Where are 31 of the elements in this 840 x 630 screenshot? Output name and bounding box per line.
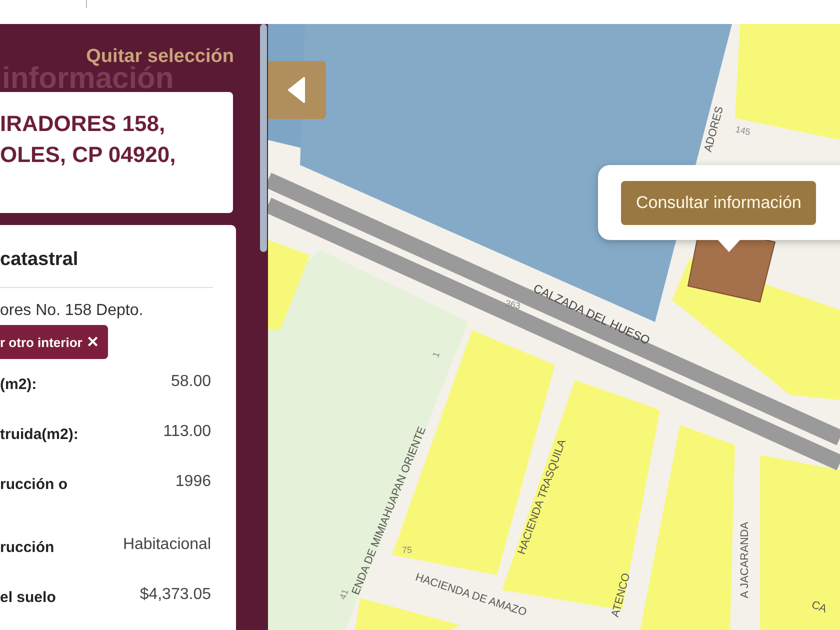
- street-label: CA: [810, 598, 828, 616]
- lot-number: 1: [430, 350, 442, 359]
- street-label: ATENCO: [609, 572, 633, 619]
- field-label: (m2):: [0, 375, 37, 393]
- collapse-panel-button[interactable]: [268, 61, 326, 119]
- scrollbar-thumb[interactable]: [260, 24, 267, 252]
- lot-number: 145: [734, 124, 752, 138]
- lot-number: 363: [504, 298, 522, 312]
- field-label: rucción o: [0, 475, 68, 493]
- close-icon: ✕: [86, 333, 100, 351]
- section-title: catastral: [0, 249, 80, 272]
- field-value: Habitacional: [122, 536, 211, 554]
- consult-info-button[interactable]: Consultar información: [621, 181, 816, 225]
- field-label: el suelo: [0, 588, 56, 606]
- street-label: ADORES: [702, 105, 726, 154]
- clear-selection-link[interactable]: Quitar selección: [86, 46, 234, 68]
- field-value: $4,373.05: [140, 586, 211, 604]
- field-value: 58.00: [170, 373, 211, 391]
- address-line: OLES, CP 04920,: [0, 141, 176, 169]
- lot-number: 41: [337, 588, 350, 601]
- field-value: 1996: [175, 473, 211, 491]
- address-line: IRADORES 158,: [0, 110, 166, 138]
- other-unit-button[interactable]: r otro interior ✕: [0, 325, 108, 359]
- lot-number: 75: [402, 545, 412, 555]
- field-value: 113.00: [163, 423, 211, 441]
- triangle-left-icon: [288, 77, 306, 103]
- map-drawing[interactable]: [268, 24, 840, 630]
- field-label: truida(m2):: [0, 425, 78, 443]
- field-label: rucción: [0, 538, 54, 556]
- street-label: A JACARANDA: [739, 522, 751, 598]
- unit-text: ores No. 158 Depto.: [0, 302, 144, 320]
